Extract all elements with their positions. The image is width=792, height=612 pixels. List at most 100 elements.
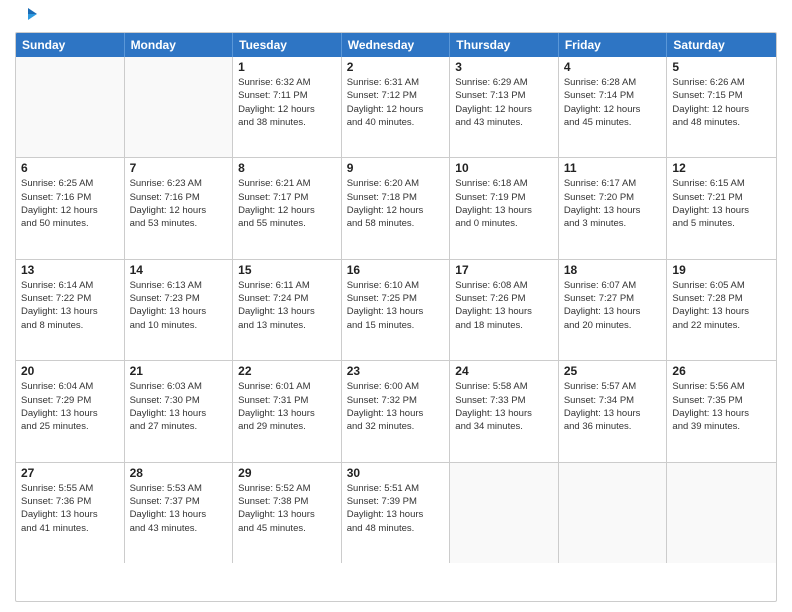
weekday-header-saturday: Saturday	[667, 33, 776, 57]
day-cell-7: 7 Sunrise: 6:23 AM Sunset: 7:16 PM Daylig…	[125, 158, 234, 258]
day-info-5: Sunrise: 6:26 AM Sunset: 7:15 PM Dayligh…	[672, 76, 771, 129]
day-cell-21: 21 Sunrise: 6:03 AM Sunset: 7:30 PM Dayli…	[125, 361, 234, 461]
calendar-row-4: 20Sunrise: 6:04 AM Sunset: 7:29 PM Dayli…	[16, 360, 776, 461]
day-info-29: Sunrise: 5:52 AM Sunset: 7:38 PM Dayligh…	[238, 482, 336, 535]
day-info-6: Sunrise: 6:25 AM Sunset: 7:16 PM Dayligh…	[21, 177, 119, 230]
day-cell-20: 20Sunrise: 6:04 AM Sunset: 7:29 PM Dayli…	[16, 361, 125, 461]
day-cell-15: 15 Sunrise: 6:11 AM Sunset: 7:24 PM Dayli…	[233, 260, 342, 360]
day-number-23: 23	[347, 364, 445, 378]
day-info-15: Sunrise: 6:11 AM Sunset: 7:24 PM Dayligh…	[238, 279, 336, 332]
day-cell-empty	[559, 463, 668, 563]
day-cell-26: 26 Sunrise: 5:56 AM Sunset: 7:35 PM Dayli…	[667, 361, 776, 461]
calendar: SundayMondayTuesdayWednesdayThursdayFrid…	[15, 32, 777, 602]
day-info-23: Sunrise: 6:00 AM Sunset: 7:32 PM Dayligh…	[347, 380, 445, 433]
day-cell-29: 29 Sunrise: 5:52 AM Sunset: 7:38 PM Dayli…	[233, 463, 342, 563]
day-cell-empty	[16, 57, 125, 157]
day-info-4: Sunrise: 6:28 AM Sunset: 7:14 PM Dayligh…	[564, 76, 662, 129]
calendar-row-3: 13 Sunrise: 6:14 AM Sunset: 7:22 PM Dayli…	[16, 259, 776, 360]
day-cell-14: 14Sunrise: 6:13 AM Sunset: 7:23 PM Dayli…	[125, 260, 234, 360]
calendar-body: 1 Sunrise: 6:32 AM Sunset: 7:11 PM Daylig…	[16, 57, 776, 563]
day-info-10: Sunrise: 6:18 AM Sunset: 7:19 PM Dayligh…	[455, 177, 553, 230]
day-number-21: 21	[130, 364, 228, 378]
day-number-3: 3	[455, 60, 553, 74]
day-number-1: 1	[238, 60, 336, 74]
day-info-8: Sunrise: 6:21 AM Sunset: 7:17 PM Dayligh…	[238, 177, 336, 230]
day-info-18: Sunrise: 6:07 AM Sunset: 7:27 PM Dayligh…	[564, 279, 662, 332]
day-cell-18: 18 Sunrise: 6:07 AM Sunset: 7:27 PM Dayli…	[559, 260, 668, 360]
day-cell-8: 8 Sunrise: 6:21 AM Sunset: 7:17 PM Daylig…	[233, 158, 342, 258]
day-number-18: 18	[564, 263, 662, 277]
day-cell-30: 30Sunrise: 5:51 AM Sunset: 7:39 PM Dayli…	[342, 463, 451, 563]
day-info-28: Sunrise: 5:53 AM Sunset: 7:37 PM Dayligh…	[130, 482, 228, 535]
logo	[15, 10, 39, 24]
day-info-27: Sunrise: 5:55 AM Sunset: 7:36 PM Dayligh…	[21, 482, 119, 535]
weekday-header-wednesday: Wednesday	[342, 33, 451, 57]
day-info-19: Sunrise: 6:05 AM Sunset: 7:28 PM Dayligh…	[672, 279, 771, 332]
day-cell-empty	[125, 57, 234, 157]
day-number-27: 27	[21, 466, 119, 480]
weekday-header-thursday: Thursday	[450, 33, 559, 57]
header	[15, 10, 777, 24]
day-cell-empty	[667, 463, 776, 563]
day-number-24: 24	[455, 364, 553, 378]
day-number-25: 25	[564, 364, 662, 378]
day-info-25: Sunrise: 5:57 AM Sunset: 7:34 PM Dayligh…	[564, 380, 662, 433]
day-number-15: 15	[238, 263, 336, 277]
day-number-7: 7	[130, 161, 228, 175]
day-cell-13: 13 Sunrise: 6:14 AM Sunset: 7:22 PM Dayli…	[16, 260, 125, 360]
day-cell-4: 4 Sunrise: 6:28 AM Sunset: 7:14 PM Daylig…	[559, 57, 668, 157]
day-number-29: 29	[238, 466, 336, 480]
day-cell-27: 27 Sunrise: 5:55 AM Sunset: 7:36 PM Dayli…	[16, 463, 125, 563]
day-cell-9: 9 Sunrise: 6:20 AM Sunset: 7:18 PM Daylig…	[342, 158, 451, 258]
weekday-header-friday: Friday	[559, 33, 668, 57]
day-number-6: 6	[21, 161, 119, 175]
page: SundayMondayTuesdayWednesdayThursdayFrid…	[0, 0, 792, 612]
day-number-10: 10	[455, 161, 553, 175]
day-cell-12: 12Sunrise: 6:15 AM Sunset: 7:21 PM Dayli…	[667, 158, 776, 258]
day-info-3: Sunrise: 6:29 AM Sunset: 7:13 PM Dayligh…	[455, 76, 553, 129]
day-number-8: 8	[238, 161, 336, 175]
day-info-9: Sunrise: 6:20 AM Sunset: 7:18 PM Dayligh…	[347, 177, 445, 230]
day-info-24: Sunrise: 5:58 AM Sunset: 7:33 PM Dayligh…	[455, 380, 553, 433]
day-info-21: Sunrise: 6:03 AM Sunset: 7:30 PM Dayligh…	[130, 380, 228, 433]
day-info-20: Sunrise: 6:04 AM Sunset: 7:29 PM Dayligh…	[21, 380, 119, 433]
day-cell-23: 23 Sunrise: 6:00 AM Sunset: 7:32 PM Dayli…	[342, 361, 451, 461]
day-cell-11: 11Sunrise: 6:17 AM Sunset: 7:20 PM Dayli…	[559, 158, 668, 258]
day-cell-16: 16Sunrise: 6:10 AM Sunset: 7:25 PM Dayli…	[342, 260, 451, 360]
weekday-header-sunday: Sunday	[16, 33, 125, 57]
day-info-12: Sunrise: 6:15 AM Sunset: 7:21 PM Dayligh…	[672, 177, 771, 230]
weekday-header-tuesday: Tuesday	[233, 33, 342, 57]
day-info-7: Sunrise: 6:23 AM Sunset: 7:16 PM Dayligh…	[130, 177, 228, 230]
day-info-30: Sunrise: 5:51 AM Sunset: 7:39 PM Dayligh…	[347, 482, 445, 535]
day-cell-5: 5Sunrise: 6:26 AM Sunset: 7:15 PM Daylig…	[667, 57, 776, 157]
day-cell-28: 28 Sunrise: 5:53 AM Sunset: 7:37 PM Dayli…	[125, 463, 234, 563]
calendar-header: SundayMondayTuesdayWednesdayThursdayFrid…	[16, 33, 776, 57]
day-number-26: 26	[672, 364, 771, 378]
day-number-11: 11	[564, 161, 662, 175]
day-cell-2: 2 Sunrise: 6:31 AM Sunset: 7:12 PM Daylig…	[342, 57, 451, 157]
day-cell-22: 22 Sunrise: 6:01 AM Sunset: 7:31 PM Dayli…	[233, 361, 342, 461]
day-number-28: 28	[130, 466, 228, 480]
day-info-13: Sunrise: 6:14 AM Sunset: 7:22 PM Dayligh…	[21, 279, 119, 332]
logo-flag-icon	[17, 6, 39, 28]
day-cell-empty	[450, 463, 559, 563]
day-number-22: 22	[238, 364, 336, 378]
day-info-1: Sunrise: 6:32 AM Sunset: 7:11 PM Dayligh…	[238, 76, 336, 129]
day-number-13: 13	[21, 263, 119, 277]
calendar-row-5: 27 Sunrise: 5:55 AM Sunset: 7:36 PM Dayli…	[16, 462, 776, 563]
day-cell-25: 25 Sunrise: 5:57 AM Sunset: 7:34 PM Dayli…	[559, 361, 668, 461]
day-number-2: 2	[347, 60, 445, 74]
day-cell-3: 3 Sunrise: 6:29 AM Sunset: 7:13 PM Daylig…	[450, 57, 559, 157]
day-info-2: Sunrise: 6:31 AM Sunset: 7:12 PM Dayligh…	[347, 76, 445, 129]
day-info-22: Sunrise: 6:01 AM Sunset: 7:31 PM Dayligh…	[238, 380, 336, 433]
day-info-16: Sunrise: 6:10 AM Sunset: 7:25 PM Dayligh…	[347, 279, 445, 332]
day-cell-17: 17Sunrise: 6:08 AM Sunset: 7:26 PM Dayli…	[450, 260, 559, 360]
day-number-19: 19	[672, 263, 771, 277]
day-number-4: 4	[564, 60, 662, 74]
calendar-row-2: 6 Sunrise: 6:25 AM Sunset: 7:16 PM Daylig…	[16, 157, 776, 258]
day-info-14: Sunrise: 6:13 AM Sunset: 7:23 PM Dayligh…	[130, 279, 228, 332]
day-number-9: 9	[347, 161, 445, 175]
day-info-26: Sunrise: 5:56 AM Sunset: 7:35 PM Dayligh…	[672, 380, 771, 433]
day-number-17: 17	[455, 263, 553, 277]
day-cell-1: 1 Sunrise: 6:32 AM Sunset: 7:11 PM Daylig…	[233, 57, 342, 157]
